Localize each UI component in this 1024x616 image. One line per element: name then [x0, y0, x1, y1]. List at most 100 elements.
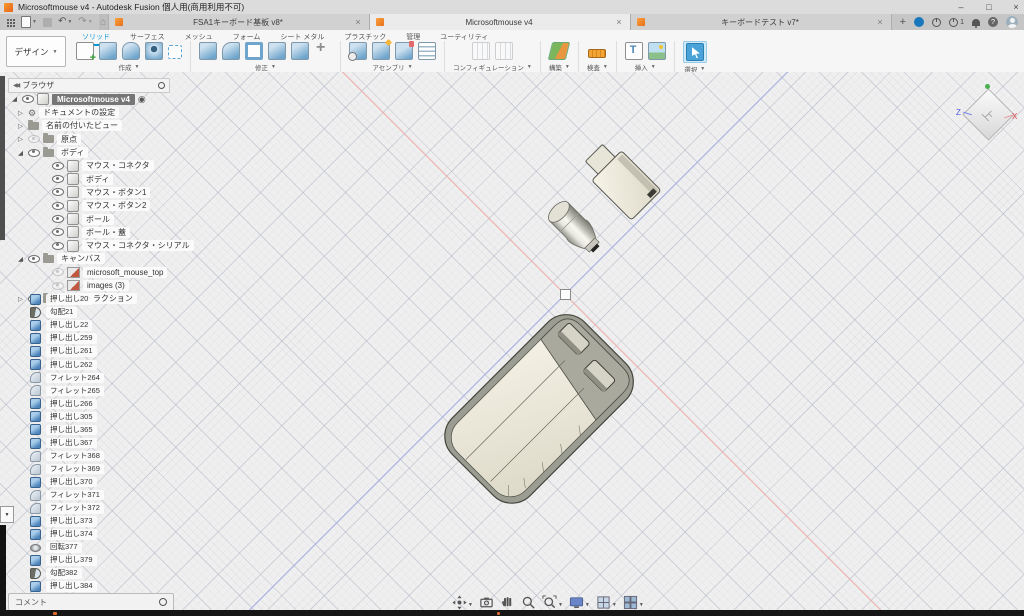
- construction-plane-icon[interactable]: [548, 42, 570, 60]
- rigid-group-icon[interactable]: [395, 42, 413, 60]
- ribbon-group-label[interactable]: 構築▼: [549, 62, 570, 72]
- new-document-button[interactable]: +: [900, 16, 906, 28]
- browser-options-icon[interactable]: [158, 82, 165, 89]
- extrude-icon[interactable]: [99, 42, 117, 60]
- serial-connector-body[interactable]: [544, 197, 606, 259]
- browser-item[interactable]: マウス・ボタン1: [4, 186, 194, 199]
- minimize-button[interactable]: –: [948, 0, 974, 14]
- bell-icon[interactable]: [972, 19, 980, 26]
- browser-root-row[interactable]: ◢ Microsoftmouse v4 ◉: [10, 92, 146, 106]
- expand-icon[interactable]: ◢: [10, 95, 19, 103]
- ribbon-group-label[interactable]: アセンブリ▼: [372, 62, 412, 72]
- feature-item[interactable]: 勾配21: [16, 306, 104, 319]
- hole-icon[interactable]: [145, 42, 163, 60]
- visibility-eye-icon[interactable]: [52, 188, 64, 196]
- file-menu-button[interactable]: ▼: [21, 16, 37, 28]
- feature-item[interactable]: フィレット371: [16, 489, 104, 502]
- maximize-button[interactable]: □: [976, 0, 1002, 14]
- feature-item[interactable]: 押し出し379: [16, 554, 104, 567]
- close-button[interactable]: ×: [1003, 0, 1024, 14]
- origin-marker[interactable]: [560, 289, 571, 300]
- timeline-collapse-button[interactable]: ▼: [0, 506, 14, 523]
- save-icon[interactable]: [43, 18, 52, 27]
- new-component-icon[interactable]: [349, 42, 367, 60]
- user-avatar[interactable]: [1006, 16, 1018, 28]
- select-icon[interactable]: [686, 43, 704, 61]
- feature-item[interactable]: 押し出し20: [16, 293, 104, 306]
- close-tab-icon[interactable]: ×: [353, 17, 362, 27]
- collapse-icon[interactable]: ◢: [16, 255, 25, 263]
- shell-icon[interactable]: [245, 42, 263, 60]
- feature-item[interactable]: 押し出し266: [16, 397, 104, 410]
- browser-item[interactable]: ▷⚙ドキュメントの設定: [4, 106, 194, 119]
- job-status-icon[interactable]: [914, 17, 924, 27]
- browser-item[interactable]: images (3): [4, 279, 194, 292]
- visibility-eye-icon[interactable]: [28, 255, 40, 263]
- feature-item[interactable]: フィレット368: [16, 450, 104, 463]
- combine-icon[interactable]: [268, 42, 286, 60]
- usb-connector-body[interactable]: [579, 138, 661, 220]
- workspace-selector[interactable]: デザイン▼: [6, 36, 66, 67]
- insert-image-icon[interactable]: [648, 42, 666, 60]
- expand-icon[interactable]: ▷: [16, 109, 25, 117]
- document-tab[interactable]: FSA1キーボード基板 v8*×: [109, 14, 370, 30]
- comment-options-icon[interactable]: [159, 598, 167, 606]
- close-tab-icon[interactable]: ×: [875, 17, 884, 27]
- visibility-eye-icon[interactable]: [52, 175, 64, 183]
- browser-item[interactable]: microsoft_mouse_top: [4, 266, 194, 279]
- feature-item[interactable]: フィレット369: [16, 463, 104, 476]
- browser-item[interactable]: ▷原点: [4, 133, 194, 146]
- feature-item[interactable]: フィレット264: [16, 371, 104, 384]
- visibility-eye-icon[interactable]: [52, 162, 64, 170]
- feature-item[interactable]: 勾配382: [16, 567, 104, 580]
- ribbon-group-label[interactable]: 検査▼: [587, 62, 608, 72]
- move-icon[interactable]: [314, 42, 332, 60]
- browser-item[interactable]: マウス・コネクタ: [4, 159, 194, 172]
- home-button[interactable]: ⌂: [99, 14, 109, 30]
- feature-item[interactable]: 押し出し365: [16, 423, 104, 436]
- revolve-icon[interactable]: [122, 42, 140, 60]
- feature-item[interactable]: 押し出し262: [16, 358, 104, 371]
- feature-item[interactable]: 押し出し370: [16, 476, 104, 489]
- ribbon-group-label[interactable]: 作成▼: [119, 62, 140, 72]
- ribbon-group-label[interactable]: 挿入▼: [635, 62, 656, 72]
- visibility-eye-icon[interactable]: [52, 282, 64, 290]
- feature-item[interactable]: フィレット372: [16, 502, 104, 515]
- visibility-eye-icon[interactable]: [52, 202, 64, 210]
- press-pull-icon[interactable]: [199, 42, 217, 60]
- help-icon[interactable]: ?: [988, 17, 998, 27]
- ribbon-group-label[interactable]: 修正▼: [255, 62, 276, 72]
- browser-item[interactable]: ボディ: [4, 172, 194, 185]
- feature-item[interactable]: 押し出し261: [16, 345, 104, 358]
- visibility-eye-icon[interactable]: [52, 242, 64, 250]
- expand-icon[interactable]: ▷: [16, 135, 25, 143]
- visibility-eye-icon[interactable]: [52, 215, 64, 223]
- feature-item[interactable]: 押し出し373: [16, 515, 104, 528]
- feature-item[interactable]: 回転377: [16, 541, 104, 554]
- app-grid-icon[interactable]: [6, 18, 15, 27]
- collapse-panel-icon[interactable]: ◀◀: [13, 82, 18, 89]
- feature-item[interactable]: 押し出し367: [16, 437, 104, 450]
- bom-table-icon[interactable]: [418, 42, 436, 60]
- visibility-eye-icon[interactable]: [52, 228, 64, 236]
- document-tab[interactable]: キーボードテスト v7*×: [631, 14, 892, 30]
- browser-item[interactable]: ボール・蓋: [4, 226, 194, 239]
- feature-item[interactable]: 押し出し22: [16, 319, 104, 332]
- ribbon-group-label[interactable]: コンフィギュレーション▼: [453, 62, 532, 72]
- fillet-icon[interactable]: [222, 42, 240, 60]
- browser-item[interactable]: ◢ボディ: [4, 146, 194, 159]
- visibility-eye-icon[interactable]: [52, 268, 64, 276]
- visibility-eye-icon[interactable]: [22, 95, 34, 103]
- view-cube[interactable]: 上 Z X: [956, 82, 1020, 146]
- visibility-eye-icon[interactable]: [28, 149, 40, 157]
- redo-button[interactable]: ↷▼: [78, 14, 92, 30]
- browser-item[interactable]: マウス・コネクタ・シリアル: [4, 239, 194, 252]
- undo-button[interactable]: ↶▼: [58, 14, 72, 30]
- activate-radio-icon[interactable]: ◉: [138, 94, 146, 105]
- offset-icon[interactable]: [291, 42, 309, 60]
- joint-icon[interactable]: [372, 42, 390, 60]
- create-sketch-icon[interactable]: [76, 42, 94, 60]
- browser-header[interactable]: ◀◀ ブラウザ: [8, 78, 170, 93]
- comment-bar[interactable]: コメント: [8, 593, 174, 611]
- collapse-icon[interactable]: ◢: [16, 149, 25, 157]
